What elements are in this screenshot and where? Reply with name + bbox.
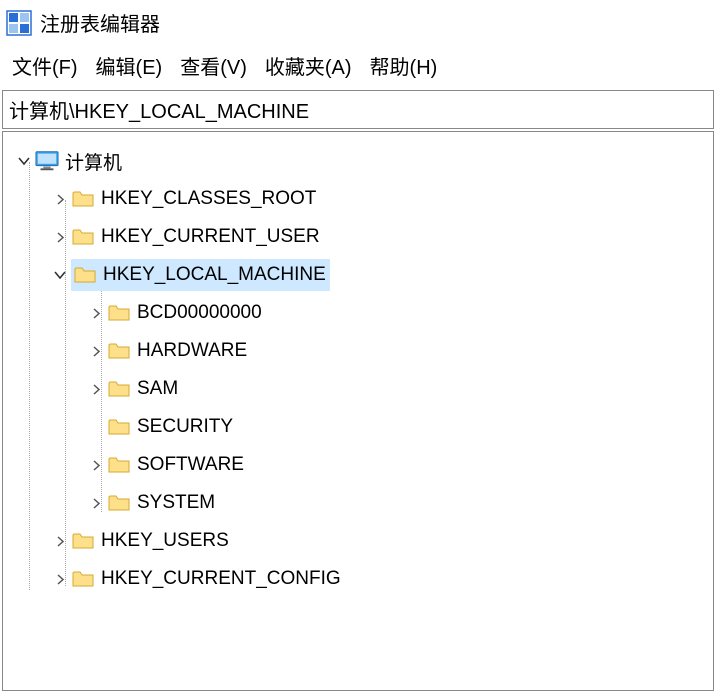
tree-row-hkcr[interactable]: HKEY_CLASSES_ROOT — [7, 180, 709, 218]
tree-row-hkcu[interactable]: HKEY_CURRENT_USER — [7, 218, 709, 256]
tree-row-hku[interactable]: HKEY_USERS — [7, 522, 709, 560]
chevron-right-icon[interactable] — [51, 190, 69, 208]
tree-row-hkcc[interactable]: HKEY_CURRENT_CONFIG — [7, 560, 709, 598]
tree-row-system[interactable]: SYSTEM — [7, 484, 709, 522]
folder-icon — [73, 263, 97, 287]
chevron-down-icon[interactable] — [15, 152, 33, 170]
tree-label: BCD00000000 — [137, 302, 262, 324]
folder-icon — [71, 529, 95, 553]
folder-icon — [107, 301, 131, 325]
tree-label: SAM — [137, 378, 178, 400]
titlebar: 注册表编辑器 — [0, 0, 716, 45]
tree-label: HARDWARE — [137, 340, 247, 362]
tree-label: HKEY_USERS — [101, 530, 229, 552]
folder-icon — [71, 567, 95, 591]
menu-file[interactable]: 文件(F) — [12, 51, 78, 80]
chevron-right-icon[interactable] — [51, 570, 69, 588]
folder-icon — [107, 339, 131, 363]
folder-icon — [71, 187, 95, 211]
tree-label: HKEY_LOCAL_MACHINE — [103, 264, 326, 286]
address-path: 计算机\HKEY_LOCAL_MACHINE — [9, 101, 309, 123]
folder-icon — [107, 377, 131, 401]
chevron-right-icon[interactable] — [87, 342, 105, 360]
menubar: 文件(F) 编辑(E) 查看(V) 收藏夹(A) 帮助(H) — [0, 45, 716, 90]
tree-row-software[interactable]: SOFTWARE — [7, 446, 709, 484]
menu-favorites[interactable]: 收藏夹(A) — [265, 51, 352, 80]
folder-icon — [107, 415, 131, 439]
chevron-right-icon[interactable] — [51, 228, 69, 246]
tree-label: SYSTEM — [137, 492, 215, 514]
menu-edit[interactable]: 编辑(E) — [96, 51, 163, 80]
selection-highlight: HKEY_LOCAL_MACHINE — [71, 259, 330, 291]
folder-icon — [107, 491, 131, 515]
chevron-right-icon[interactable] — [51, 532, 69, 550]
tree-row-hklm[interactable]: HKEY_LOCAL_MACHINE — [7, 256, 709, 294]
tree-row-computer[interactable]: 计算机 — [7, 142, 709, 180]
menu-help[interactable]: 帮助(H) — [370, 51, 438, 80]
address-bar[interactable]: 计算机\HKEY_LOCAL_MACHINE — [2, 90, 714, 129]
tree-label: 计算机 — [65, 148, 122, 175]
folder-icon — [71, 225, 95, 249]
folder-icon — [107, 453, 131, 477]
tree-label: HKEY_CLASSES_ROOT — [101, 188, 316, 210]
tree-label: HKEY_CURRENT_USER — [101, 226, 320, 248]
chevron-right-icon[interactable] — [87, 380, 105, 398]
regedit-icon — [6, 10, 32, 36]
menu-view[interactable]: 查看(V) — [180, 51, 247, 80]
tree-row-bcd[interactable]: BCD00000000 — [7, 294, 709, 332]
tree-row-hardware[interactable]: HARDWARE — [7, 332, 709, 370]
tree-label: SOFTWARE — [137, 454, 244, 476]
monitor-icon — [35, 149, 59, 173]
tree-view[interactable]: 计算机 HKEY_CLASSES_ROOT HKEY_CURRENT_USER … — [2, 131, 714, 691]
chevron-right-icon[interactable] — [87, 304, 105, 322]
tree-label: SECURITY — [137, 416, 233, 438]
chevron-down-icon[interactable] — [51, 266, 69, 284]
chevron-right-icon[interactable] — [87, 494, 105, 512]
app-title: 注册表编辑器 — [40, 8, 160, 37]
tree-row-security[interactable]: SECURITY — [7, 408, 709, 446]
tree-row-sam[interactable]: SAM — [7, 370, 709, 408]
chevron-right-icon[interactable] — [87, 456, 105, 474]
tree-label: HKEY_CURRENT_CONFIG — [101, 568, 341, 590]
